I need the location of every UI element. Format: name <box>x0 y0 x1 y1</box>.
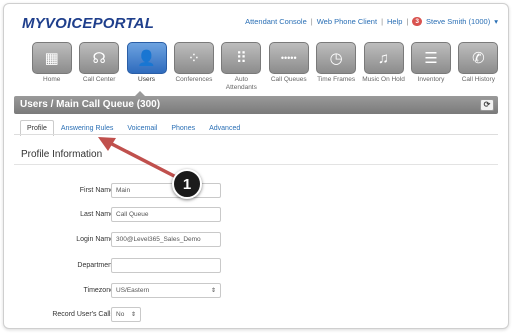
nav-home[interactable]: ▦ Home <box>30 42 73 92</box>
phone-history-icon[interactable]: ✆ <box>458 42 499 74</box>
main-nav: ▦ Home ☊ Call Center 👤 Users ⁘ Conferenc… <box>30 42 500 92</box>
page-title: Users / Main Call Queue (300) <box>20 99 161 110</box>
tab-divider <box>14 134 498 135</box>
building-icon[interactable]: ▦ <box>31 42 72 74</box>
record-calls-value: No <box>116 311 125 318</box>
nav-label: Call Center <box>82 76 116 83</box>
conference-icon[interactable]: ⁘ <box>173 42 214 74</box>
nav-conferences[interactable]: ⁘ Conferences <box>172 42 215 92</box>
user-icon[interactable]: 👤 <box>126 42 167 74</box>
last-name-row: Last Name <box>14 207 314 223</box>
first-name-field[interactable] <box>111 183 221 198</box>
select-arrows-icon: ⇕ <box>210 288 216 294</box>
last-name-label: Last Name <box>80 211 114 218</box>
nav-call-center[interactable]: ☊ Call Center <box>77 42 120 92</box>
nav-label: Auto Attendants <box>225 76 257 91</box>
attendant-console-link[interactable]: Attendant Console <box>245 17 307 26</box>
help-link[interactable]: Help <box>387 17 402 26</box>
step-callout: 1 <box>172 169 202 199</box>
nav-label: Conferences <box>175 76 213 83</box>
nav-music-on-hold[interactable]: ♫ Music On Hold <box>362 42 405 92</box>
nav-call-history[interactable]: ✆ Call History <box>457 42 500 92</box>
chevron-down-icon[interactable]: ▾ <box>494 17 498 26</box>
nav-separator: | <box>406 17 409 26</box>
timezone-value: US/Eastern <box>116 287 150 294</box>
department-field[interactable] <box>111 258 221 273</box>
record-calls-row: Record User's Calls No ⇕ <box>14 307 314 323</box>
web-phone-client-link[interactable]: Web Phone Client <box>317 17 377 26</box>
notification-badge[interactable]: 3 <box>412 17 423 26</box>
timezone-select[interactable]: US/Eastern ⇕ <box>111 283 221 298</box>
nav-label: Home <box>43 76 61 83</box>
nav-users[interactable]: 👤 Users <box>125 42 168 92</box>
top-nav: Attendant Console | Web Phone Client | H… <box>245 17 498 26</box>
app-window: MYVOICEPORTAL Attendant Console | Web Ph… <box>3 3 509 329</box>
brand-logo[interactable]: MYVOICEPORTAL <box>22 15 154 32</box>
nav-inventory[interactable]: ☰ Inventory <box>409 42 452 92</box>
nav-label: Inventory <box>417 76 445 83</box>
last-name-field[interactable] <box>111 207 221 222</box>
select-arrows-icon: ⇕ <box>130 312 136 318</box>
list-icon[interactable]: ☰ <box>410 42 451 74</box>
nav-auto-attendants[interactable]: ⠿ Auto Attendants <box>220 42 263 92</box>
nav-label: Users <box>138 76 155 83</box>
nav-label: Music On Hold <box>362 76 405 83</box>
login-name-field[interactable] <box>111 232 221 247</box>
keypad-icon[interactable]: ⠿ <box>221 42 262 74</box>
nav-label: Time Frames <box>317 76 356 83</box>
first-name-label: First Name <box>79 187 114 194</box>
timezone-label: Timezone <box>83 287 114 294</box>
nav-separator: | <box>310 17 313 26</box>
nav-separator: | <box>381 17 384 26</box>
department-label: Department <box>77 262 114 269</box>
login-name-label: Login Name <box>76 236 114 243</box>
nav-time-frames[interactable]: ◷ Time Frames <box>314 42 357 92</box>
section-divider <box>14 164 498 165</box>
clock-icon[interactable]: ◷ <box>316 42 357 74</box>
user-menu[interactable]: Steve Smith (1000) <box>426 17 490 26</box>
refresh-icon[interactable]: ⟳ <box>480 99 494 111</box>
first-name-row: First Name <box>14 183 314 199</box>
nav-label: Call Queues <box>270 76 307 83</box>
record-calls-select[interactable]: No ⇕ <box>111 307 141 322</box>
music-icon[interactable]: ♫ <box>363 42 404 74</box>
nav-call-queues[interactable]: ••••• Call Queues <box>267 42 310 92</box>
section-title: Profile Information <box>21 149 103 160</box>
queue-icon[interactable]: ••••• <box>268 42 309 74</box>
nav-label: Call History <box>461 76 495 83</box>
department-row: Department <box>14 258 314 274</box>
login-name-row: Login Name <box>14 232 314 248</box>
headset-icon[interactable]: ☊ <box>79 42 120 74</box>
timezone-row: Timezone US/Eastern ⇕ <box>14 283 314 299</box>
record-calls-label: Record User's Calls <box>52 311 114 318</box>
page-title-bar: Users / Main Call Queue (300) ⟳ <box>14 96 498 114</box>
